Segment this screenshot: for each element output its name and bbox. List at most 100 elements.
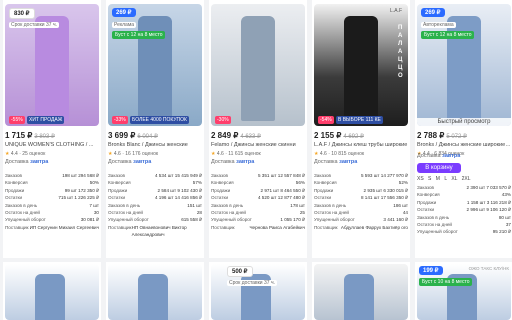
- rating: ★ 4.6 · 16 176 оценок: [108, 151, 159, 157]
- product-title[interactable]: Bronks / Джинсы женские широкие дж мом б…: [417, 142, 511, 148]
- stats-value: 186 шт: [393, 202, 408, 208]
- add-to-cart-button[interactable]: В корзину: [417, 163, 461, 173]
- stats-label: Упущенный оборот: [211, 217, 252, 223]
- stats-label: Упущенный оборот: [417, 229, 458, 235]
- product-image[interactable]: -30%: [211, 4, 305, 126]
- stats-label: Заказов: [314, 173, 331, 178]
- product-card-2[interactable]: 269 ₽ Реклама Буст с 12 на 8 место -33% …: [106, 0, 204, 258]
- stats-value: 2 971 шт 8 464 550 ₽: [260, 187, 305, 193]
- stats-row: Конверсия 43%: [417, 191, 511, 198]
- stats-value: ИП Сергунин Михаил Сергеевич: [29, 224, 99, 230]
- product-card-6[interactable]: [3, 262, 101, 320]
- stats-value: 37: [505, 221, 511, 227]
- promo-badge: ХИТ ПРОДАЖ: [27, 116, 65, 124]
- price-badge: 830 ₽: [9, 8, 35, 19]
- stats-value: 2 390 шт 7 033 570 ₽: [466, 185, 511, 190]
- product-card-3[interactable]: -30% 2 849 ₽4 633 ₽ Felamo / Джинсы женс…: [209, 0, 307, 258]
- product-card-10[interactable]: 199 ₽ Буст с 10 на 8 место ОЖО ТАКС КЛУ/…: [415, 262, 512, 320]
- stats-label: Остатки: [108, 195, 126, 201]
- delivery: Доставка завтра: [5, 159, 49, 165]
- stats-label: Заказов в день: [211, 202, 244, 208]
- stats-value: 80 шт: [498, 214, 511, 220]
- stats-value: 715 шт 1 226 225 ₽: [58, 195, 99, 201]
- product-image[interactable]: 830 ₽ Срок доставки 37 ч. -55% ХИТ ПРОДА…: [5, 4, 99, 126]
- product-title[interactable]: L.A.F / Джинсы клеш трубы широкие: [314, 142, 408, 148]
- stats-row: Остатки 715 шт 1 226 225 ₽: [5, 194, 99, 201]
- side-caption: ПАЛАЦЦО: [398, 25, 403, 79]
- stats-label: Поставщик: [314, 224, 338, 230]
- stats-value: 5 351 шт 12 557 848 ₽: [257, 173, 305, 178]
- stats-row: Остаток на дней 37: [417, 221, 511, 228]
- boost-badge: Буст с 10 на 8 место: [419, 278, 473, 286]
- stats-value: 2 584 шт 9 102 430 ₽: [157, 187, 202, 193]
- product-card-8[interactable]: 500 ₽ Срок доставки 37 ч.: [209, 262, 307, 320]
- product-image[interactable]: L.A.F ПАЛАЦЦО -54% В ВЫБОРЕ 111 КЕ: [314, 4, 408, 126]
- product-image[interactable]: 269 ₽ Реклама Буст с 12 на 8 место -33% …: [108, 4, 202, 126]
- rating: ★ 4.6 · 11 615 оценок: [211, 151, 261, 157]
- product-card-1[interactable]: 830 ₽ Срок доставки 37 ч. -55% ХИТ ПРОДА…: [3, 0, 101, 258]
- stats-row: Остатки 2 996 шт 9 106 120 ₽: [417, 206, 511, 213]
- stats-table: Заказов 5 351 шт 12 557 848 ₽ Конверсия 56%…: [211, 172, 305, 231]
- price-badge: 500 ₽: [227, 266, 253, 277]
- stats-table: Заказов 5 593 шт 14 277 970 ₽ Конверсия 52%…: [314, 172, 408, 231]
- size-options[interactable]: XS S M L XL 2XL: [417, 176, 471, 182]
- stats-label: Заказов в день: [108, 202, 141, 208]
- stats-label: Остатки: [211, 195, 229, 201]
- stats-row: Упущенный оборот 3 441 160 ₽: [314, 216, 408, 223]
- stats-value: 198 шт 294 568 ₽: [62, 173, 99, 178]
- stats-value: 95 210 ₽: [492, 229, 511, 235]
- stats-value: 4 196 шт 14 416 856 ₽: [154, 195, 202, 201]
- product-title[interactable]: Bronks Blanc / Джинсы женские: [108, 142, 202, 148]
- product-title[interactable]: Felamo / Джинсы женские скинни: [211, 142, 305, 148]
- price-badge: 269 ₽: [421, 8, 445, 17]
- discount-badge: -54%: [318, 116, 334, 124]
- star-icon: ★: [211, 151, 216, 157]
- stats-label: Продажи: [314, 187, 334, 193]
- stats-row: Продажи 1 158 шт 3 116 218 ₽: [417, 199, 511, 206]
- stats-row: Упущенный оборот 1 055 170 ₽: [211, 216, 305, 223]
- stats-value: 52%: [398, 180, 408, 186]
- product-card-4[interactable]: L.A.F ПАЛАЦЦО -54% В ВЫБОРЕ 111 КЕ 2 155…: [312, 0, 410, 258]
- product-card-7[interactable]: [106, 262, 204, 320]
- price: 3 699 ₽6 004 ₽: [108, 131, 158, 140]
- delivery: Доставка завтра: [211, 159, 255, 165]
- product-title[interactable]: UNIQUE WOMEN'S CLOTHING / ...: [5, 142, 99, 148]
- brand-mark: L.A.F: [390, 8, 402, 14]
- stats-value: 44: [402, 209, 408, 215]
- discount-badge: -30%: [215, 116, 231, 124]
- stats-label: Конверсия: [5, 180, 28, 186]
- stats-row: Остатки 4 196 шт 14 416 856 ₽: [108, 194, 202, 201]
- stats-row: Заказов 5 593 шт 14 277 970 ₽: [314, 172, 408, 179]
- stats-row: Упущенный оборот 95 210 ₽: [417, 228, 511, 235]
- delivery: Доставка завтра: [314, 159, 358, 165]
- stats-label: Продажи: [5, 187, 25, 193]
- stats-label: Заказов в день: [417, 214, 450, 220]
- product-card-9[interactable]: [312, 262, 410, 320]
- stats-row: Заказов в день 151 шт: [108, 202, 202, 209]
- product-image[interactable]: 269 ₽ Автореклама Буст с 12 на 8 место Б…: [417, 4, 511, 126]
- stats-table: Заказов 2 390 шт 7 033 570 ₽ Конверсия 43% П…: [417, 184, 511, 236]
- stats-table: Заказов 4 534 шт 15 415 949 ₽ Конверсия 57%…: [108, 172, 202, 237]
- ad-tag: Срок доставки 37 ч.: [9, 22, 59, 28]
- discount-badge: -55%: [9, 116, 25, 124]
- price: 2 155 ₽4 692 ₽: [314, 131, 364, 140]
- stats-label: Остатки: [314, 195, 332, 201]
- product-card-5[interactable]: 269 ₽ Автореклама Буст с 12 на 8 место Б…: [415, 0, 512, 258]
- stats-label: Продажи: [108, 187, 128, 193]
- stats-row: Продажи 2 935 шт 6 330 015 ₽: [314, 187, 408, 194]
- stats-label: Остаток на дней: [211, 209, 246, 215]
- discount-badge: -33%: [112, 116, 128, 124]
- stats-row: Заказов в день 186 шт: [314, 202, 408, 209]
- stats-value: 2 996 шт 9 106 120 ₽: [466, 207, 511, 213]
- stats-row: Заказов в день 7 шт: [5, 202, 99, 209]
- price-badge: 269 ₽: [112, 8, 136, 17]
- stats-label: Остаток на дней: [5, 209, 40, 215]
- stats-value: 4 520 шт 12 877 480 ₽: [257, 195, 305, 201]
- boost-badge: Буст с 12 на 8 место: [421, 31, 475, 39]
- quick-view-button[interactable]: Быстрый просмотр: [417, 118, 511, 126]
- stats-value: 178 шт: [290, 202, 305, 208]
- stats-row: Конверсия 50%: [5, 179, 99, 186]
- stats-label: Заказов: [211, 173, 228, 178]
- stats-value: 5 593 шт 14 277 970 ₽: [360, 173, 408, 178]
- stats-label: Поставщик: [108, 224, 132, 230]
